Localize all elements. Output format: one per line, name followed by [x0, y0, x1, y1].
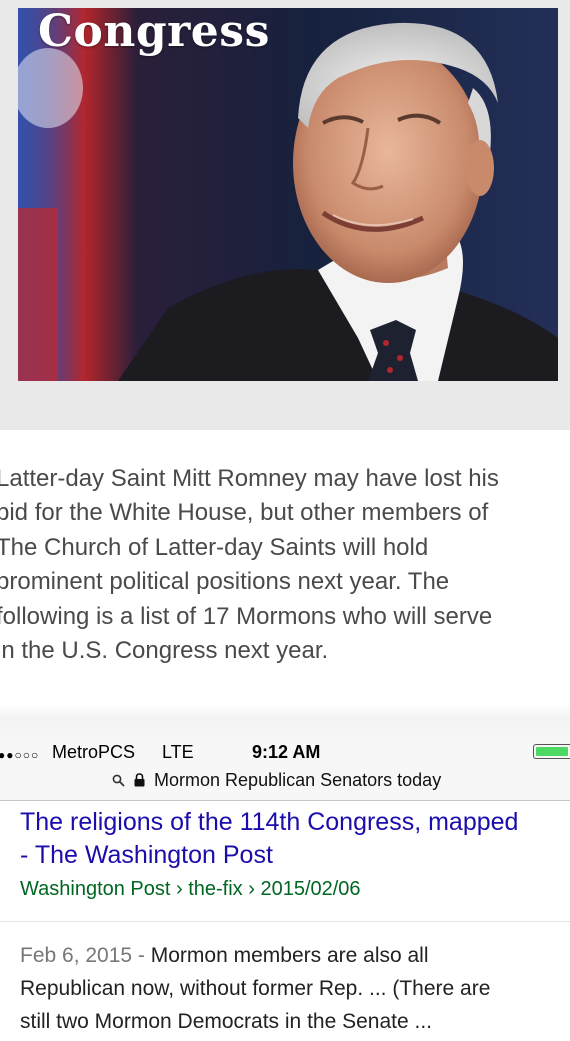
paragraph-line: following is a list of 17 Mormons who wi…: [0, 602, 493, 630]
address-bar[interactable]: Mormon Republican Senators today: [0, 766, 570, 801]
result-title-link[interactable]: The religions of the 114th Congress, map…: [20, 806, 560, 872]
screenshot-seam: [0, 704, 570, 740]
carrier-name: MetroPCS: [52, 742, 136, 762]
paragraph-line: prominent political positions next year.…: [0, 568, 450, 596]
status-time: 9:12 AM: [252, 742, 321, 762]
status-bar: ●●○○○ MetroPCS LTE 9:12 AM: [0, 738, 570, 766]
battery-icon: [533, 744, 570, 759]
result-snippet: Feb 6, 2015 - Mormon members are also al…: [20, 939, 560, 1038]
result-title-line[interactable]: The religions of the 114th Congress, map…: [20, 808, 518, 836]
paragraph-line: bid for the White House, but other membe…: [0, 499, 489, 527]
paragraph-line: in the U.S. Congress next year.: [0, 637, 329, 665]
photo-title-text: Congress: [38, 8, 270, 57]
address-bar-text: Mormon Republican Senators today: [154, 770, 442, 790]
snippet-line: Republican now, without former Rep. ... …: [20, 977, 491, 1000]
result-title-line[interactable]: - The Washington Post: [20, 841, 273, 869]
result-divider: [0, 921, 570, 922]
article-image-frame: Congress: [0, 0, 570, 430]
lock-icon: [134, 771, 145, 792]
signal-strength-icon: ●●○○○: [0, 748, 40, 762]
search-result: The religions of the 114th Congress, map…: [20, 806, 560, 902]
battery-level: [536, 747, 568, 756]
result-url: Washington Post › the-fix › 2015/02/06: [20, 878, 361, 900]
portrait-image: [18, 8, 558, 381]
article-photo: Congress: [18, 8, 558, 381]
address-bar-content[interactable]: Mormon Republican Senators today: [112, 770, 441, 792]
paragraph-line: Latter-day Saint Mitt Romney may have lo…: [0, 465, 499, 492]
article-paragraph: Latter-day Saint Mitt Romney may have lo…: [0, 462, 570, 668]
search-icon: [112, 771, 125, 792]
network-type: LTE: [162, 742, 194, 762]
paragraph-line: The Church of Latter-day Saints will hol…: [0, 533, 429, 561]
snippet-line: Mormon members are also all: [150, 944, 429, 967]
snippet-line: still two Mormon Democrats in the Senate…: [20, 1010, 432, 1033]
snippet-date: Feb 6, 2015 -: [20, 944, 151, 967]
